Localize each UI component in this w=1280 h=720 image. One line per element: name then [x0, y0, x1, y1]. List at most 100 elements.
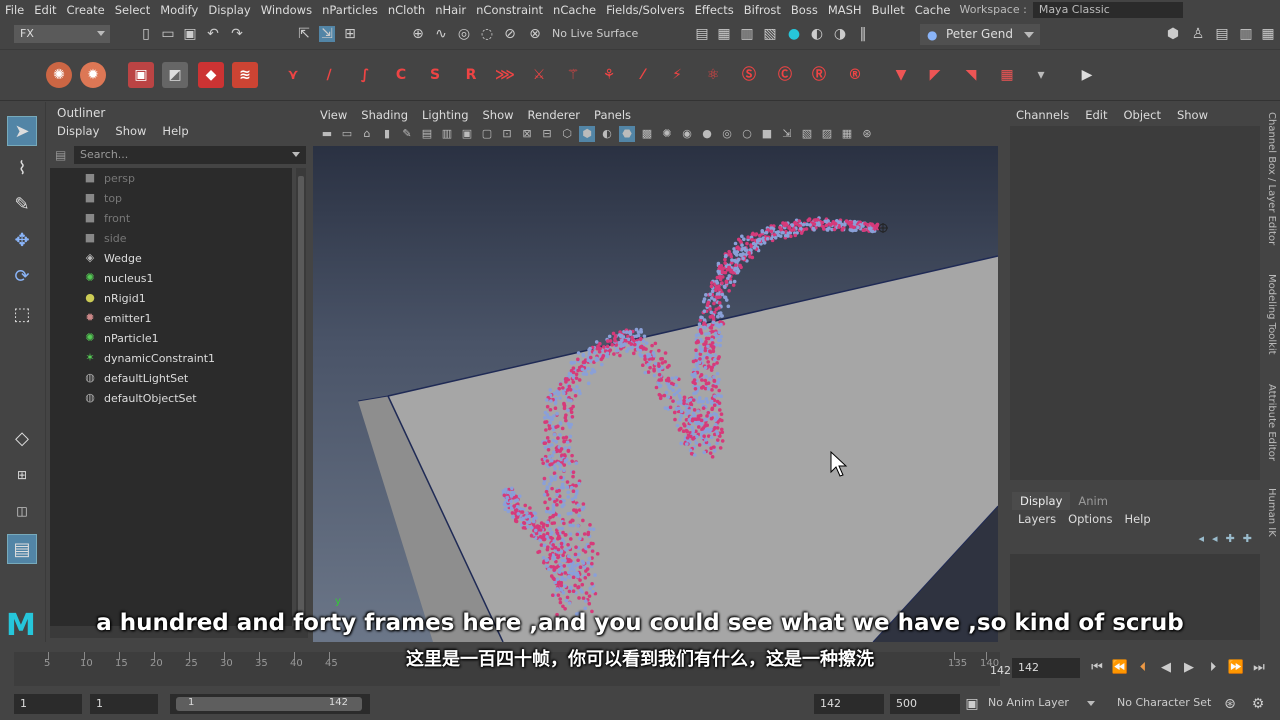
- animation-prefs-icon[interactable]: ⚙: [1250, 696, 1266, 712]
- viewport-menu-renderer[interactable]: Renderer: [521, 108, 588, 122]
- tear-icon[interactable]: ⚡: [664, 62, 690, 88]
- menu-bifrost[interactable]: Bifrost: [739, 3, 786, 17]
- constraint-point-icon[interactable]: ⋎: [280, 62, 306, 88]
- viewport-menu-show[interactable]: Show: [476, 108, 521, 122]
- tab-display[interactable]: Display: [1012, 492, 1071, 510]
- xray-active-icon[interactable]: ▨: [819, 126, 835, 142]
- render-setup-icon[interactable]: ◐: [809, 26, 825, 42]
- cache-c-icon[interactable]: Ⓒ: [772, 62, 798, 88]
- viewport-menu-panels[interactable]: Panels: [587, 108, 638, 122]
- scale-tool-icon[interactable]: ⬚: [7, 300, 37, 330]
- tshirt-fold-icon[interactable]: ◤: [922, 62, 948, 88]
- outliner-item-top[interactable]: ■ top: [82, 188, 122, 208]
- make-live-icon[interactable]: ⊗: [527, 26, 543, 42]
- outliner-search-input[interactable]: Search...: [74, 146, 306, 164]
- resolution-gate-icon[interactable]: ▣: [459, 126, 475, 142]
- motion-blur-icon[interactable]: ◎: [719, 126, 735, 142]
- snap-surface-icon[interactable]: ⊘: [502, 26, 518, 42]
- outliner-item-defaultlightset[interactable]: ◍ defaultLightSet: [82, 368, 188, 388]
- four-view-icon[interactable]: ⊞: [7, 460, 37, 490]
- redo-icon[interactable]: ↷: [229, 26, 245, 42]
- range-slider-bar[interactable]: 1 142: [170, 694, 370, 714]
- lights-icon[interactable]: ✺: [659, 126, 675, 142]
- select-tool-icon[interactable]: ➤: [7, 116, 37, 146]
- outliner-menu-show[interactable]: Show: [107, 124, 154, 138]
- menu-edit[interactable]: Edit: [29, 3, 61, 17]
- 3d-viewport[interactable]: y: [313, 146, 998, 642]
- film-gate-icon[interactable]: ▥: [439, 126, 455, 142]
- lasso-tool-icon[interactable]: ⌇: [7, 154, 37, 184]
- new-scene-icon[interactable]: ▯: [138, 26, 154, 42]
- outliner-vscrollbar[interactable]: [296, 168, 306, 634]
- outliner-item-wedge[interactable]: ◈ Wedge: [82, 248, 142, 268]
- outliner-item-defaultobjectset[interactable]: ◍ defaultObjectSet: [82, 388, 196, 408]
- move-tool-icon[interactable]: ✥: [7, 226, 37, 256]
- channel-menu-channels[interactable]: Channels: [1008, 108, 1077, 122]
- hair-cut-icon[interactable]: ⚔: [526, 62, 552, 88]
- workspace-select[interactable]: Maya Classic: [1032, 1, 1183, 18]
- create-ncloth-icon[interactable]: ◆: [198, 62, 224, 88]
- hair-style-icon[interactable]: ⚚: [560, 62, 586, 88]
- menu-bullet[interactable]: Bullet: [867, 3, 910, 17]
- menu-display[interactable]: Display: [203, 3, 255, 17]
- safe-title-icon[interactable]: ⊟: [539, 126, 555, 142]
- menu-mash[interactable]: MASH: [823, 3, 867, 17]
- filter-icon[interactable]: ▤: [55, 148, 69, 162]
- channel-menu-object[interactable]: Object: [1116, 108, 1169, 122]
- viewport-menu-lighting[interactable]: Lighting: [415, 108, 475, 122]
- menu-fields-solvers[interactable]: Fields/Solvers: [601, 3, 690, 17]
- menuset-dropdown[interactable]: FX: [14, 25, 110, 43]
- wireframe-on-shaded-icon[interactable]: ⬣: [619, 126, 635, 142]
- wireframe-icon[interactable]: ⬡: [559, 126, 575, 142]
- menu-file[interactable]: File: [0, 3, 29, 17]
- outliner-layout-icon[interactable]: ▤: [7, 534, 37, 564]
- outliner-item-front[interactable]: ■ front: [82, 208, 130, 228]
- auto-key-icon[interactable]: ⊛: [1222, 696, 1238, 712]
- menu-effects[interactable]: Effects: [690, 3, 739, 17]
- camera-attributes-icon[interactable]: ▭: [339, 126, 355, 142]
- snap-point-icon[interactable]: ◎: [456, 26, 472, 42]
- color-management-icon[interactable]: ⊛: [859, 126, 875, 142]
- channel-menu-edit[interactable]: Edit: [1077, 108, 1115, 122]
- tab-anim[interactable]: Anim: [1070, 492, 1116, 510]
- outliner-item-nparticle1[interactable]: ✺ nParticle1: [82, 328, 158, 348]
- move-layer-up-icon[interactable]: ◂: [1199, 532, 1205, 545]
- outliner-item-dynamicconstraint1[interactable]: ✶ dynamicConstraint1: [82, 348, 215, 368]
- safe-action-icon[interactable]: ⊠: [519, 126, 535, 142]
- render-view-icon[interactable]: ▧: [762, 26, 778, 42]
- menu-nconstraint[interactable]: nConstraint: [471, 3, 548, 17]
- menu-ncache[interactable]: nCache: [548, 3, 601, 17]
- scrollbar-thumb[interactable]: [298, 176, 304, 624]
- layer-menu-options[interactable]: Options: [1062, 512, 1118, 526]
- attribute-editor-icon[interactable]: ▤: [1214, 26, 1230, 42]
- xray-icon[interactable]: ▧: [799, 126, 815, 142]
- bookmark-icon[interactable]: ⌂: [359, 126, 375, 142]
- menu-select[interactable]: Select: [110, 3, 155, 17]
- menu-modify[interactable]: Modify: [155, 3, 203, 17]
- character-controls-icon[interactable]: ♙: [1190, 26, 1206, 42]
- outliner-item-side[interactable]: ■ side: [82, 228, 127, 248]
- tshirt-cut-icon[interactable]: ◥: [958, 62, 984, 88]
- tshirt-grid-icon[interactable]: ▦: [994, 62, 1020, 88]
- image-plane-icon[interactable]: ▮: [379, 126, 395, 142]
- side-tab-channel-box[interactable]: Channel Box / Layer Editor: [1266, 112, 1277, 245]
- menu-cache[interactable]: Cache: [910, 3, 956, 17]
- animation-end-field[interactable]: 500: [890, 694, 960, 714]
- select-hierarchy-icon[interactable]: ⇱: [296, 26, 312, 42]
- menu-nhair[interactable]: nHair: [430, 3, 471, 17]
- pause-viewport-icon[interactable]: ‖: [855, 26, 871, 42]
- play-simulation-icon[interactable]: ▶: [1074, 62, 1100, 88]
- side-tab-modeling-toolkit[interactable]: Modeling Toolkit: [1266, 274, 1277, 355]
- hypershade-icon[interactable]: ●: [786, 26, 802, 42]
- move-layer-down-icon[interactable]: ◂: [1212, 532, 1218, 545]
- grease-pencil-icon[interactable]: ✎: [399, 126, 415, 142]
- outliner-item-nrigid1[interactable]: ● nRigid1: [82, 288, 146, 308]
- menu-nparticles[interactable]: nParticles: [317, 3, 383, 17]
- animation-start-field[interactable]: 1: [14, 694, 82, 714]
- playback-start-field[interactable]: 1: [90, 694, 158, 714]
- hair-brush-icon[interactable]: ⋙: [492, 62, 518, 88]
- constraint-s-icon[interactable]: S: [422, 62, 448, 88]
- outliner-menu-help[interactable]: Help: [154, 124, 196, 138]
- constraint-r-icon[interactable]: R: [458, 62, 484, 88]
- create-passive-collider-icon[interactable]: ◩: [162, 62, 188, 88]
